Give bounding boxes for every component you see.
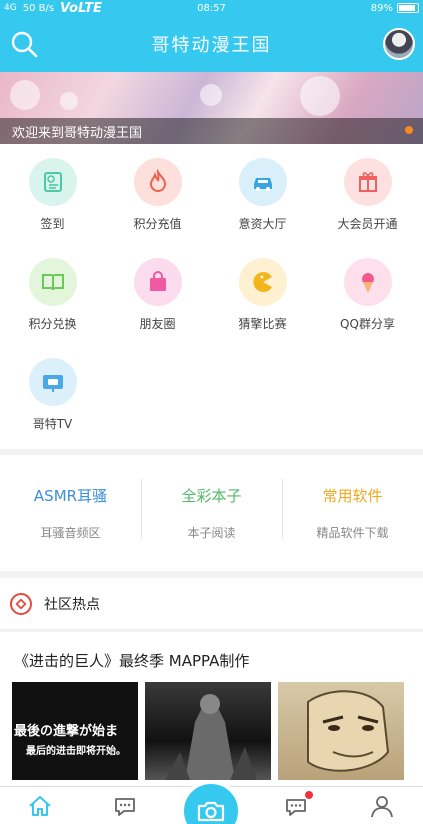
grid-item-recharge[interactable]: 积分充值 — [105, 144, 210, 244]
signal-indicator: 4G — [4, 3, 17, 13]
home-icon[interactable] — [26, 793, 54, 819]
grid-item-label: 哥特TV — [32, 417, 73, 431]
avatar[interactable] — [383, 28, 415, 60]
icecream-icon — [343, 258, 392, 306]
notifications-icon[interactable] — [283, 791, 313, 819]
feature-links: ASMR耳骚 耳骚音频区 全彩本子 本子阅读 常用软件 精品软件下载 — [0, 455, 423, 571]
feature-title: ASMR耳骚 — [33, 487, 108, 505]
banner-decoration — [10, 80, 40, 110]
feature-title: 常用软件 — [322, 487, 383, 505]
grid-item-qq-share[interactable]: QQ群分享 — [315, 244, 420, 344]
flame-icon — [133, 158, 182, 206]
battery-percent: 89% — [370, 2, 393, 14]
volte-indicator: VoLTE — [60, 0, 102, 16]
banner-caption: 欢迎来到哥特动漫王国 — [0, 118, 423, 144]
grid-item-label: 积分充值 — [133, 217, 182, 231]
hot-topic-icon — [10, 592, 32, 615]
thumbnail-caption: 最後の進撃が始ま — [14, 724, 119, 739]
grid-item-moments[interactable]: 朋友圈 — [105, 244, 210, 344]
thumbnail-art — [307, 690, 390, 772]
thumbnail-art — [165, 694, 257, 780]
feature-grid: 签到 积分充值 意资大厅 大会员开通 积分兑换 朋友圈 猜擎比赛 QQ群分享 哥… — [0, 144, 423, 449]
post-title[interactable]: 《进击的巨人》最终季 MAPPA制作 — [14, 650, 249, 671]
feature-subtitle: 耳骚音频区 — [40, 526, 101, 540]
feature-comics[interactable]: 全彩本子 本子阅读 — [141, 455, 282, 571]
community-title: 社区热点 — [44, 596, 100, 613]
banner-carousel[interactable]: 欢迎来到哥特动漫王国 — [0, 72, 423, 144]
status-bar: 4G 50 B/s VoLTE 08:57 89% — [0, 0, 423, 16]
message-icon[interactable] — [111, 793, 139, 819]
grid-item-label: 朋友圈 — [139, 317, 176, 331]
grid-item-label: 积分兑换 — [28, 317, 77, 331]
pacman-icon — [238, 258, 287, 306]
camera-icon — [197, 801, 225, 822]
camera-button[interactable] — [180, 780, 242, 824]
grid-item-label: QQ群分享 — [340, 317, 395, 331]
post-thumbnail[interactable]: 最後の進撃が始ま 最后的进击即将开始。 — [12, 682, 138, 780]
book-icon — [28, 258, 77, 306]
feature-asmr[interactable]: ASMR耳骚 耳骚音频区 — [0, 455, 141, 571]
search-icon[interactable] — [10, 30, 38, 58]
grid-item-vip[interactable]: 大会员开通 — [315, 144, 420, 244]
grid-item-label: 大会员开通 — [337, 217, 398, 231]
feature-software[interactable]: 常用软件 精品软件下载 — [282, 455, 423, 571]
grid-item-label: 猜擎比赛 — [238, 317, 287, 331]
post-thumbnail[interactable] — [145, 682, 271, 780]
app-title: 哥特动漫王国 — [151, 35, 272, 56]
car-icon — [238, 158, 287, 206]
app-header: 哥特动漫王国 — [0, 16, 423, 72]
bag-icon — [133, 258, 182, 306]
grid-item-label: 意资大厅 — [238, 217, 287, 231]
post-card[interactable]: 《进击的巨人》最终季 MAPPA制作 最後の進撃が始ま 最后的进击即将开始。 — [0, 632, 423, 790]
grid-item-contest[interactable]: 猜擎比赛 — [210, 244, 315, 344]
network-speed: 50 B/s — [22, 2, 55, 14]
gift-icon — [343, 158, 392, 206]
feature-subtitle: 精品软件下载 — [316, 526, 389, 540]
banner-decoration — [300, 76, 340, 116]
grid-item-tv[interactable]: 哥特TV — [0, 344, 105, 444]
checkin-icon — [28, 158, 77, 206]
notification-badge — [305, 791, 313, 799]
grid-item-label: 签到 — [40, 217, 65, 231]
feature-subtitle: 本子阅读 — [187, 526, 236, 540]
grid-item-exchange[interactable]: 积分兑换 — [0, 244, 105, 344]
grid-item-hall[interactable]: 意资大厅 — [210, 144, 315, 244]
banner-decoration — [60, 92, 78, 110]
profile-icon[interactable] — [368, 793, 396, 819]
clock: 08:57 — [197, 2, 226, 14]
grid-item-checkin[interactable]: 签到 — [0, 144, 105, 244]
tv-icon — [28, 358, 77, 406]
thumbnail-caption: 最后的进击即将开始。 — [26, 746, 126, 757]
bottom-navigation — [0, 780, 423, 824]
community-header[interactable]: 社区热点 — [0, 578, 423, 630]
banner-decoration — [200, 84, 222, 106]
carousel-indicator[interactable] — [405, 126, 413, 134]
feature-title: 全彩本子 — [181, 487, 242, 505]
battery-icon — [397, 3, 419, 13]
post-thumbnail[interactable] — [278, 682, 404, 780]
